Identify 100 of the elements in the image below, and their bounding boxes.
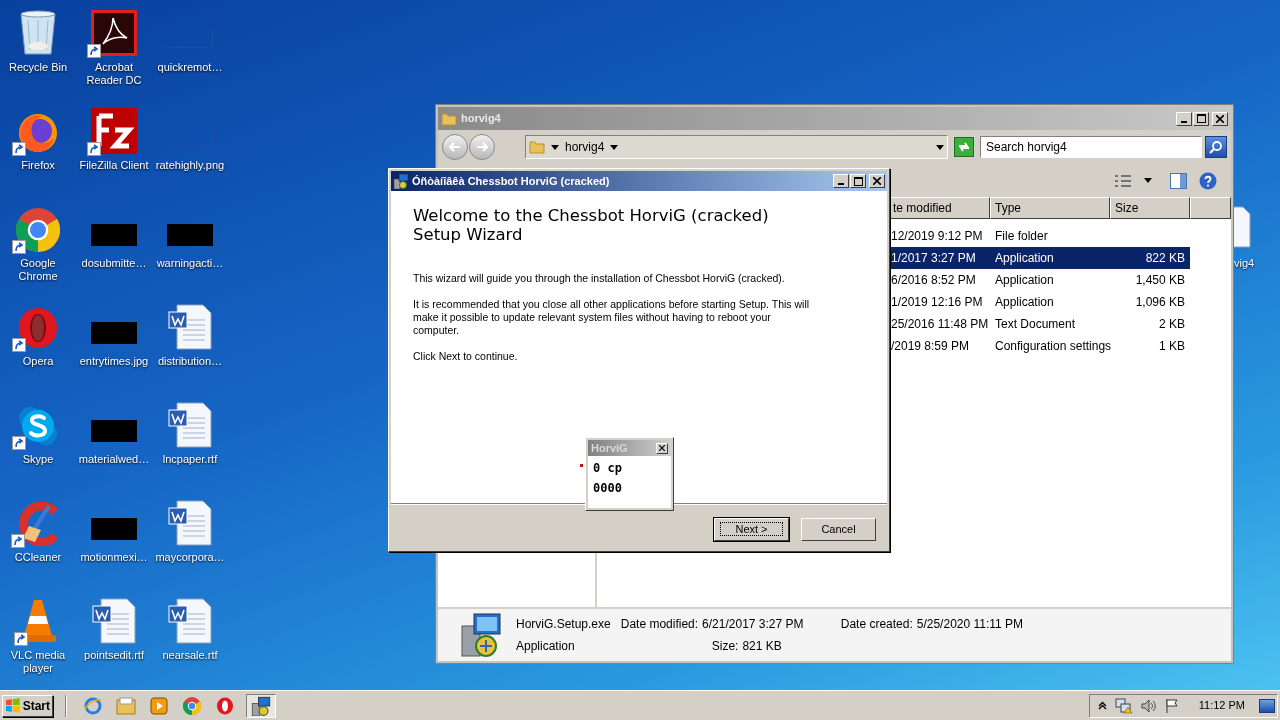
zigzag-app-icon[interactable] — [91, 108, 137, 154]
trash-bin-icon[interactable] — [18, 10, 58, 56]
start-button[interactable]: Start — [2, 694, 53, 717]
table-cell-text: 1/2017 3:27 PM — [890, 250, 977, 267]
table-cell-text: File folder — [994, 228, 1049, 245]
search-field[interactable]: Search horvig4 — [980, 136, 1202, 158]
cloud-app-icon[interactable] — [16, 404, 60, 448]
wizard-button[interactable]: Next > — [714, 518, 789, 541]
wizard-paragraph: It is recommended that you close all other applications before starting Setup. This will make it possible to update relevant system files without having to reboot your computer. — [413, 298, 811, 337]
table-cell-text: Application — [994, 250, 1055, 267]
icon-label[interactable]: Skype — [0, 453, 76, 466]
field-label: Date modified: — [620, 616, 699, 633]
close-button[interactable] — [1212, 111, 1228, 126]
document-icon[interactable] — [167, 500, 213, 546]
show-desktop-button[interactable] — [1259, 698, 1275, 713]
column-header[interactable]: Size — [1110, 197, 1190, 219]
icon-label[interactable]: vig4 — [1234, 255, 1255, 272]
table-cell-text: Application — [994, 294, 1055, 311]
caret-icon[interactable] — [551, 144, 559, 150]
close-icon — [659, 445, 665, 451]
ring-app-icon[interactable] — [16, 306, 60, 350]
pdf-app-icon[interactable] — [91, 10, 137, 56]
refresh-button[interactable] — [954, 137, 974, 157]
document-icon[interactable] — [91, 598, 137, 644]
icon-label[interactable]: Acrobat Reader DC — [76, 61, 152, 87]
icon-label[interactable]: motionmexi… — [76, 551, 152, 564]
wizard-heading: Welcome to the Chessbot HorviG (cracked) Setup Wizard — [413, 206, 770, 244]
icon-label[interactable]: warningacti… — [152, 257, 228, 270]
back-button[interactable] — [442, 134, 468, 160]
icon-label[interactable]: Google Chrome — [0, 257, 76, 283]
field-value: 6/21/2017 3:27 PM — [702, 616, 804, 633]
forward-button[interactable] — [469, 134, 495, 160]
network-icon[interactable] — [1114, 697, 1133, 714]
icon-label[interactable]: Opera — [0, 355, 76, 368]
caret-icon[interactable] — [610, 144, 619, 150]
minimize-button[interactable] — [833, 174, 849, 188]
maximize-button[interactable] — [850, 174, 866, 188]
document-icon[interactable] — [167, 304, 213, 350]
table-cell-text: 6/2016 8:52 PM — [890, 272, 977, 289]
preview-pane-icon[interactable] — [1170, 172, 1187, 189]
table-cell-text: 25/2016 11:48 PM — [890, 316, 990, 333]
chevron-up-icon[interactable] — [1097, 701, 1107, 710]
icon-label[interactable]: nearsale.rtf — [152, 649, 228, 662]
icon-label[interactable]: Recycle Bin — [0, 61, 76, 74]
view-caret-icon[interactable] — [1144, 178, 1152, 183]
table-cell-text: 1/2019 12:16 PM — [890, 294, 984, 311]
column-header[interactable]: te modified — [888, 197, 990, 219]
redacted-thumbnail[interactable] — [91, 322, 137, 344]
redacted-thumbnail[interactable] — [91, 224, 137, 246]
redacted-thumbnail[interactable] — [167, 224, 213, 246]
column-header[interactable]: Type — [990, 197, 1110, 219]
icon-label[interactable]: dosubmitte… — [76, 257, 152, 270]
list-row[interactable]: 1/2019 12:16 PM Application 1,096 KB — [888, 291, 1190, 313]
icon-label[interactable]: materialwed… — [76, 453, 152, 466]
dropdown-caret-icon[interactable] — [936, 144, 944, 150]
icon-label[interactable]: FileZilla Client — [76, 159, 152, 172]
search-button[interactable] — [1205, 136, 1227, 158]
flag-icon[interactable] — [1164, 697, 1179, 714]
icon-label[interactable]: entrytimes.jpg — [76, 355, 152, 368]
clock[interactable]: 11:12 PM — [1198, 697, 1245, 714]
icon-label[interactable]: ratehighly.png — [152, 159, 228, 172]
document-icon[interactable] — [167, 598, 213, 644]
list-row[interactable]: /2019 8:59 PM Configuration settings 1 KB — [888, 335, 1190, 357]
icon-label[interactable]: quickremot… — [152, 61, 228, 74]
play-icon — [150, 696, 168, 715]
help-icon[interactable] — [1199, 171, 1217, 190]
close-icon — [1216, 114, 1224, 123]
icon-label[interactable]: pointsedit.rtf — [76, 649, 152, 662]
icon-label[interactable]: Firefox — [0, 159, 76, 172]
redacted-thumbnail[interactable] — [91, 420, 137, 442]
icon-label[interactable]: maycorpora… — [152, 551, 228, 564]
icon-label[interactable]: VLC media player — [0, 649, 76, 675]
list-row[interactable]: 12/2019 9:12 PM File folder — [888, 225, 1190, 247]
minimize-icon — [838, 183, 844, 185]
table-cell-text: Application — [994, 272, 1055, 289]
installer-icon — [393, 173, 409, 189]
breadcrumb-item[interactable]: horvig4 — [565, 138, 605, 156]
folder-icon — [116, 696, 136, 715]
browser-circle-icon — [183, 696, 201, 715]
list-row[interactable]: 1/2017 3:27 PM Application 822 KB — [888, 247, 1190, 269]
address-field[interactable]: horvig4 — [525, 135, 948, 159]
close-button[interactable] — [869, 174, 885, 188]
redacted-thumbnail[interactable] — [91, 518, 137, 540]
list-row[interactable]: 25/2016 11:48 PM Text Document 2 KB — [888, 313, 1190, 335]
maximize-icon — [1196, 114, 1206, 123]
list-row[interactable]: 6/2016 8:52 PM Application 1,450 KB — [888, 269, 1190, 291]
taskbar-button[interactable] — [246, 693, 276, 718]
window-title: HorviG — [591, 440, 629, 456]
maximize-button[interactable] — [1193, 111, 1209, 126]
wizard-button[interactable]: Cancel — [801, 518, 876, 541]
icon-label[interactable]: CCleaner — [0, 551, 76, 564]
view-list-icon[interactable] — [1114, 173, 1132, 188]
browser-circle-icon[interactable] — [16, 208, 60, 252]
speaker-icon[interactable] — [1140, 698, 1157, 713]
minimize-button[interactable] — [1176, 111, 1192, 126]
document-icon[interactable] — [167, 402, 213, 448]
icon-label[interactable]: distribution… — [152, 355, 228, 368]
icon-label[interactable]: lncpaper.rtf — [152, 453, 228, 466]
installer-icon — [251, 695, 271, 716]
close-button[interactable] — [656, 442, 668, 454]
